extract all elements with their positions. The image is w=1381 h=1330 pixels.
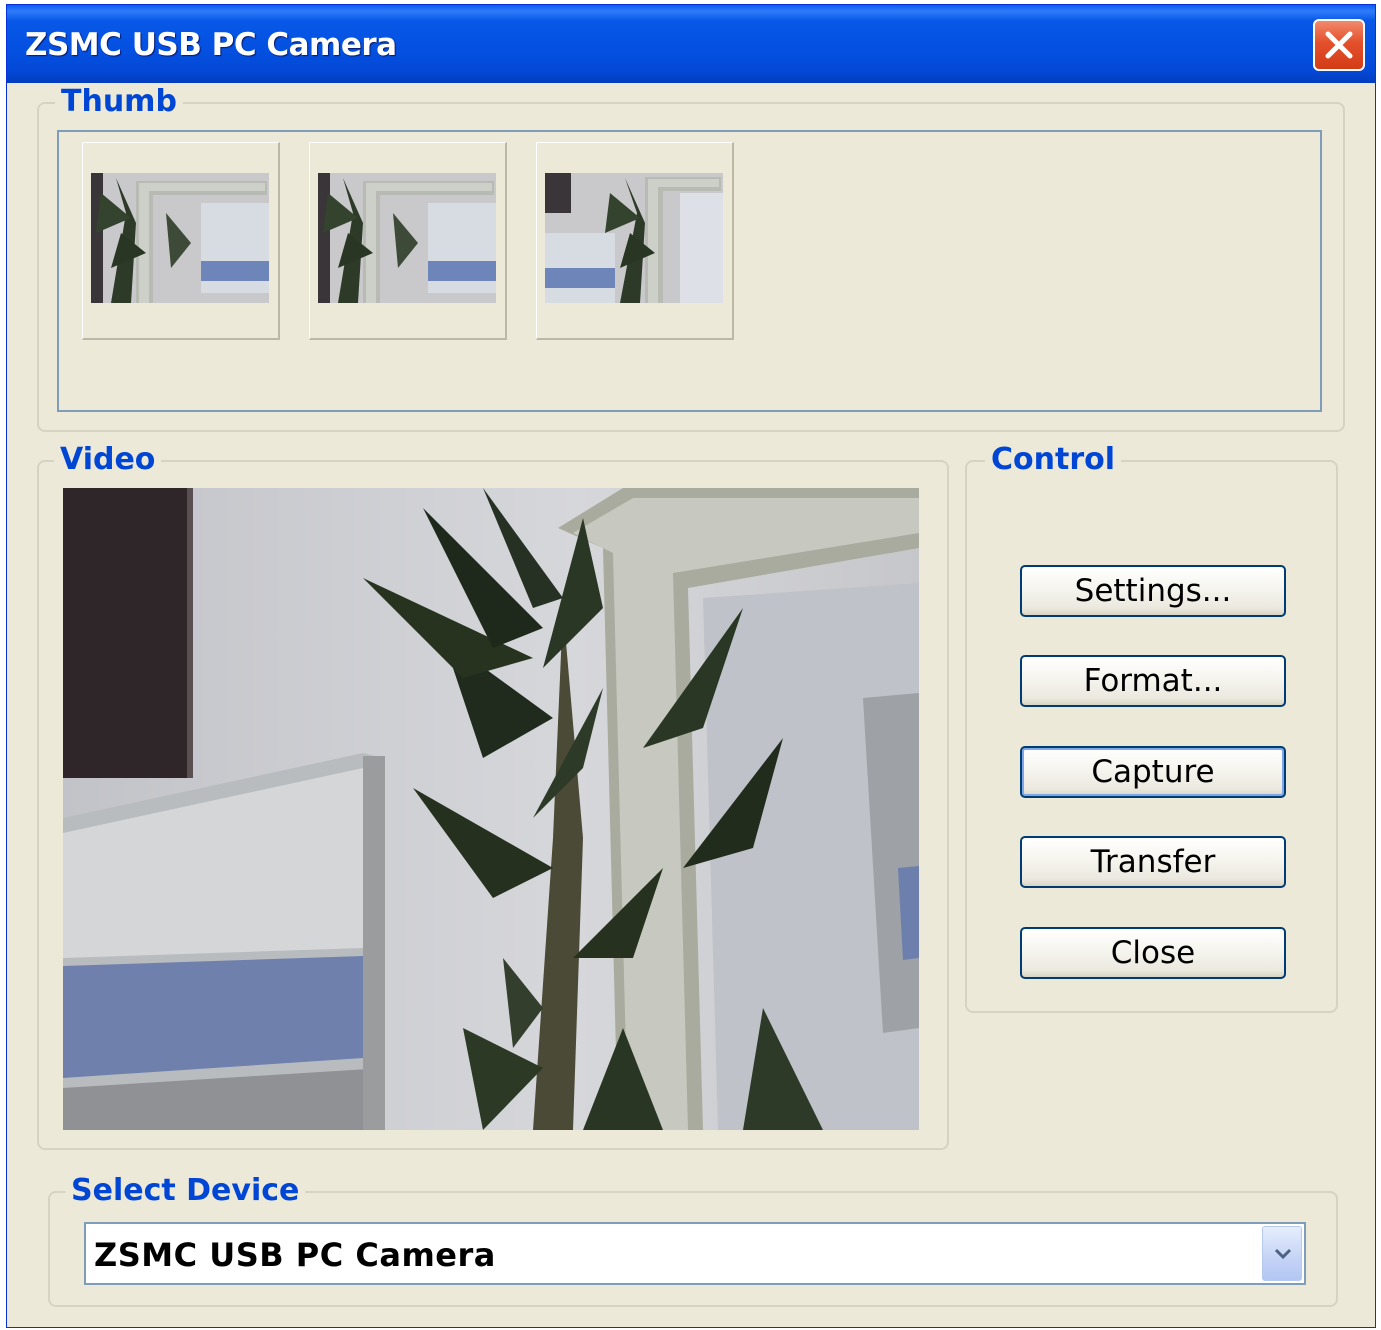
chevron-down-icon [1274,1248,1292,1260]
window-close-button[interactable] [1313,19,1365,71]
thumbnail-image [545,173,723,303]
thumbnail-3[interactable] [536,142,734,340]
video-feed-image [63,488,919,1130]
format-button[interactable]: Format... [1020,655,1286,707]
device-select-value: ZSMC USB PC Camera [94,1236,496,1274]
thumbnail-1[interactable] [82,142,280,340]
thumbnail-image [91,173,269,303]
title-bar[interactable]: ZSMC USB PC Camera [7,5,1375,83]
device-select[interactable]: ZSMC USB PC Camera [84,1222,1306,1285]
select-device-group-label: Select Device [65,1174,306,1208]
close-button[interactable]: Close [1020,927,1286,979]
device-dropdown-button[interactable] [1262,1226,1302,1281]
thumb-group-label: Thumb [55,85,183,119]
video-preview [63,488,919,1130]
capture-button[interactable]: Capture [1020,746,1286,798]
close-icon [1325,31,1353,59]
thumbnail-2[interactable] [309,142,507,340]
window-title: ZSMC USB PC Camera [25,27,397,63]
video-group-label: Video [54,443,162,477]
thumbnail-strip [57,130,1322,412]
control-group-label: Control [985,443,1122,477]
transfer-button[interactable]: Transfer [1020,836,1286,888]
thumbnail-image [318,173,496,303]
camera-window: ZSMC USB PC Camera Thumb Video Control S… [6,4,1376,1328]
settings-button[interactable]: Settings... [1020,565,1286,617]
